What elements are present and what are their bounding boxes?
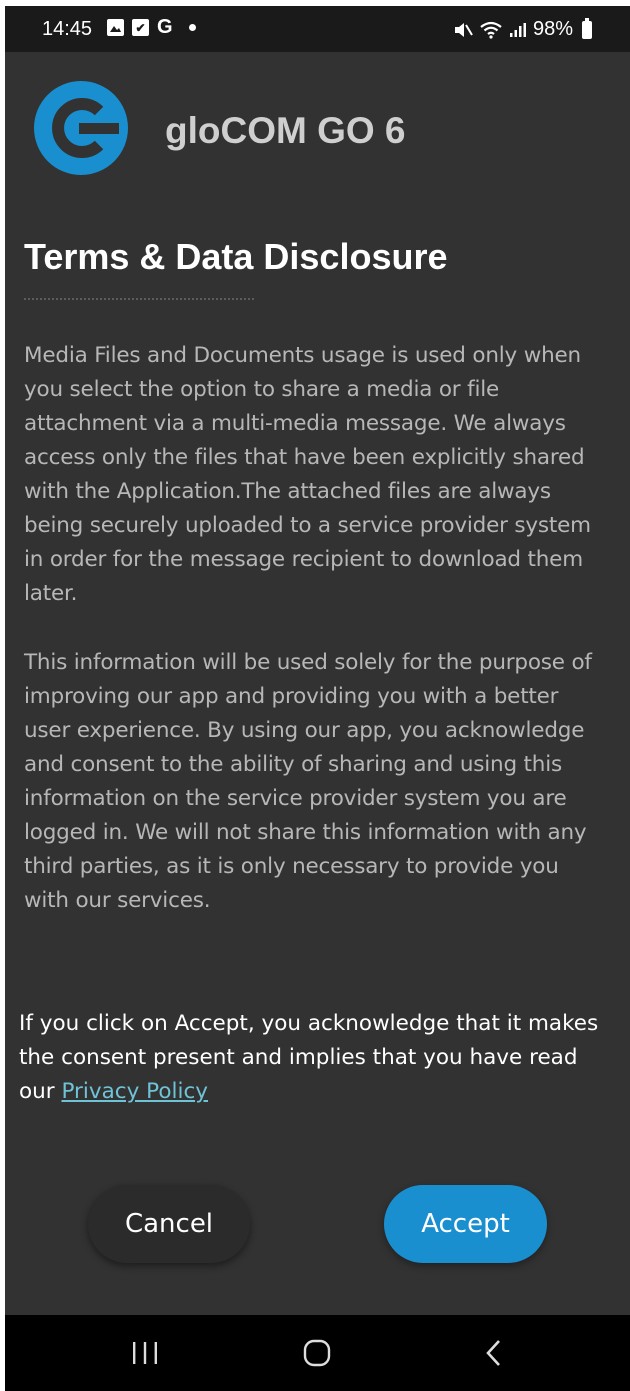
navigation-bar bbox=[5, 1315, 630, 1391]
dot-icon bbox=[188, 24, 196, 31]
status-time: 14:45 bbox=[42, 18, 93, 40]
consent-text: If you click on Accept, you acknowledge … bbox=[19, 1007, 609, 1109]
glocom-logo-icon bbox=[34, 81, 128, 175]
google-icon: G bbox=[157, 16, 173, 38]
battery-icon bbox=[582, 17, 592, 39]
back-icon[interactable] bbox=[474, 1333, 514, 1373]
system-icons: 98% bbox=[453, 17, 592, 41]
app-screen: 14:45 ✔ G 98% gloCOM GO 6 Terms & Data D… bbox=[5, 6, 630, 1391]
terms-paragraph-media: Media Files and Documents usage is used … bbox=[24, 343, 591, 606]
accept-button[interactable]: Accept bbox=[384, 1185, 547, 1263]
terms-scroll-area[interactable]: Media Files and Documents usage is used … bbox=[5, 294, 630, 924]
wifi-icon bbox=[480, 21, 502, 39]
recents-icon[interactable] bbox=[125, 1333, 165, 1373]
signal-icon bbox=[509, 22, 526, 37]
gallery-icon bbox=[107, 19, 124, 36]
page-title: Terms & Data Disclosure bbox=[24, 236, 448, 277]
check-mail-icon: ✔ bbox=[132, 19, 149, 36]
privacy-policy-link[interactable]: Privacy Policy bbox=[61, 1079, 208, 1104]
cancel-button[interactable]: Cancel bbox=[88, 1185, 250, 1263]
home-icon[interactable] bbox=[297, 1333, 337, 1373]
status-bar: 14:45 ✔ G 98% bbox=[5, 6, 630, 52]
app-name: gloCOM GO 6 bbox=[165, 110, 406, 151]
battery-level: 98% bbox=[532, 18, 573, 40]
terms-paragraph-usage: This information will be used solely for… bbox=[24, 650, 592, 913]
notification-icons: ✔ G bbox=[107, 16, 196, 38]
mute-icon bbox=[454, 22, 473, 37]
clipped-text-line bbox=[24, 294, 254, 300]
